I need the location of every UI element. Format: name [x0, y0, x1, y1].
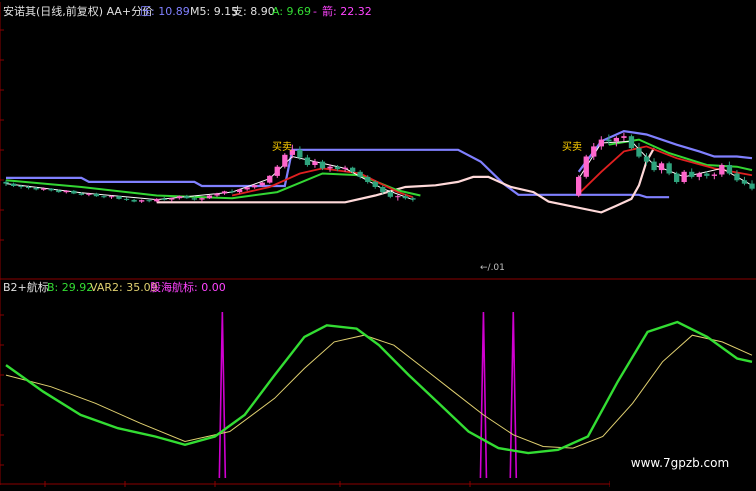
m5-label: M5: 9.15 — [190, 5, 238, 18]
candle-body-5 — [41, 188, 47, 190]
candle-body-21 — [161, 198, 167, 200]
candle-body-28 — [214, 193, 220, 196]
candle-body-54 — [410, 198, 416, 200]
zhi-label: 支: 8.90 — [232, 5, 275, 18]
candle-body-77 — [583, 156, 589, 177]
candle-body-14 — [108, 196, 115, 198]
candle-body-1 — [10, 183, 17, 186]
candle-body-4 — [33, 188, 39, 190]
candle-body-30 — [229, 191, 235, 193]
stock-chart: 安诺其(日线,前复权) AA+分价 压: 10.89 M5: 9.15 支: 8… — [0, 0, 756, 487]
candle-body-31 — [237, 189, 243, 193]
buy-label-1: 买卖 — [272, 141, 292, 153]
occlusion-middle — [197, 222, 559, 262]
candle-body-24 — [184, 196, 190, 199]
candle-body-10 — [78, 193, 84, 195]
candle-body-17 — [131, 199, 137, 202]
signal-label: 股海航标: 0.00 — [150, 280, 226, 294]
candle-body-18 — [139, 200, 145, 202]
candle-body-94 — [711, 174, 717, 176]
candle-body-89 — [674, 173, 680, 182]
a-label: A: 9.69 — [272, 5, 311, 18]
candle-body-25 — [191, 198, 197, 200]
candle-body-13 — [101, 196, 107, 198]
candle-body-32 — [244, 187, 250, 190]
candle-body-76 — [576, 176, 582, 196]
candle-body-85 — [643, 156, 650, 162]
candle-body-87 — [658, 163, 665, 171]
candle-body-53 — [402, 196, 408, 199]
candle-body-51 — [387, 192, 393, 197]
candle-body-83 — [628, 136, 635, 149]
candle-body-29 — [221, 191, 228, 194]
candle-body-41 — [312, 161, 318, 165]
candle-body-91 — [689, 171, 695, 177]
candle-body-78 — [591, 146, 597, 157]
candle-body-97 — [734, 173, 740, 181]
candle-body-19 — [146, 200, 152, 202]
watermark-text: www.7gpzb.com — [631, 456, 729, 470]
candle-body-50 — [380, 187, 386, 193]
candle-body-82 — [621, 136, 627, 138]
candle-body-40 — [304, 157, 311, 165]
candle-body-23 — [176, 196, 182, 199]
candle-body-48 — [365, 176, 371, 182]
candle-body-90 — [681, 171, 687, 182]
jian-label: 箭: 22.32 — [322, 4, 372, 18]
arrow-label: ←/.01 — [480, 263, 505, 273]
candle-body-0 — [3, 181, 9, 184]
b-label: B: 29.92 — [47, 281, 93, 294]
candle-body-11 — [86, 193, 92, 195]
candle-body-93 — [704, 173, 710, 176]
candle-body-8 — [63, 190, 69, 193]
candle-body-27 — [206, 195, 213, 199]
buy-label-2: 买卖 — [562, 141, 582, 153]
candle-body-88 — [666, 163, 672, 174]
candle-body-80 — [606, 139, 612, 142]
candle-body-95 — [719, 165, 725, 175]
candle-body-81 — [613, 137, 619, 142]
candle-body-36 — [274, 166, 280, 176]
candle-body-37 — [282, 154, 288, 167]
candle-body-79 — [598, 139, 604, 147]
candle-body-9 — [71, 190, 77, 194]
candle-body-46 — [350, 167, 356, 172]
candle-body-34 — [259, 182, 265, 186]
candle-body-92 — [696, 173, 702, 177]
candle-body-26 — [199, 198, 205, 200]
candle-body-84 — [636, 148, 642, 157]
candle-body-45 — [342, 167, 348, 170]
candle-body-52 — [395, 196, 401, 198]
candle-body-3 — [26, 187, 32, 188]
candle-body-7 — [56, 190, 62, 193]
candle-body-98 — [741, 180, 748, 184]
candle-body-2 — [18, 186, 24, 187]
dash-label: - — [313, 5, 317, 18]
candle-body-33 — [252, 185, 258, 188]
candle-body-15 — [116, 196, 122, 199]
ya-label: 压: 10.89 — [140, 5, 190, 18]
chart-root: 安诺其(日线,前复权) AA+分价 压: 10.89 M5: 9.15 支: 8… — [0, 0, 756, 487]
candle-body-43 — [327, 166, 333, 169]
candle-body-99 — [749, 183, 755, 189]
candle-body-96 — [726, 165, 733, 174]
candle-body-35 — [267, 175, 273, 183]
candle-body-47 — [357, 171, 363, 177]
candle-body-12 — [93, 193, 100, 197]
occlusion-top-right — [428, 0, 756, 112]
candle-body-49 — [372, 181, 378, 187]
upper-title: 安诺其(日线,前复权) AA+分价 — [3, 4, 153, 18]
candle-body-42 — [319, 161, 326, 169]
candle-body-6 — [48, 188, 54, 191]
candle-body-86 — [651, 161, 657, 171]
lower-title: B2+航标 — [3, 280, 49, 294]
candle-body-20 — [154, 198, 160, 202]
candle-body-39 — [297, 149, 303, 158]
candle-body-44 — [334, 166, 341, 170]
candle-body-16 — [123, 198, 130, 200]
candle-body-22 — [169, 198, 175, 200]
var2-label: VAR2: 35.09 — [90, 281, 158, 294]
